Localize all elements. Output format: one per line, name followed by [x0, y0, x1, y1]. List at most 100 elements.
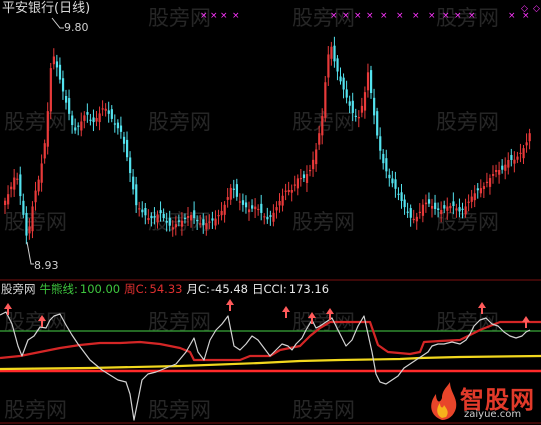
candle-body	[397, 193, 400, 195]
candle-body	[421, 204, 425, 216]
candle-body	[223, 204, 226, 215]
candle-body	[168, 217, 171, 226]
candle-body	[260, 203, 263, 213]
candle-body	[144, 208, 147, 216]
candle-body	[528, 133, 531, 142]
candle-body	[83, 115, 86, 121]
candle-body	[116, 122, 120, 129]
candle-body	[370, 70, 373, 93]
candle-body	[516, 156, 519, 160]
candle-body	[290, 190, 293, 193]
candle-body	[309, 170, 312, 172]
candle-body	[86, 112, 89, 115]
candle-body	[476, 188, 479, 191]
cross-marker: ×	[342, 11, 350, 21]
candle-body	[126, 139, 129, 158]
candle-body	[385, 158, 388, 172]
candle-body	[437, 208, 440, 210]
candle-body	[141, 209, 144, 213]
candle-body	[13, 177, 16, 190]
candle-body	[302, 174, 306, 178]
candle-body	[299, 178, 303, 180]
up-arrow-icon	[326, 308, 334, 314]
candle-body	[382, 153, 385, 164]
candle-body	[479, 188, 482, 194]
candle-body	[98, 113, 101, 123]
candle-body	[379, 136, 382, 151]
candle-body	[205, 223, 208, 230]
legend-month-label: 月C:	[186, 282, 210, 296]
candle-body	[46, 111, 49, 147]
legend-week-value: 54.33	[149, 282, 183, 296]
candle-body	[43, 143, 46, 159]
candle-body	[415, 216, 418, 222]
candle-body	[510, 155, 513, 160]
candle-body	[122, 136, 126, 144]
candle-body	[296, 178, 299, 189]
candle-body	[467, 201, 470, 203]
candle-body	[110, 109, 113, 119]
candle-body	[354, 115, 357, 117]
candle-body	[65, 95, 68, 103]
cross-marker: ×	[220, 11, 228, 21]
candle-body	[196, 219, 199, 222]
candle-body	[403, 199, 406, 208]
flame-icon	[431, 382, 457, 420]
low-marker-line	[26, 241, 34, 265]
candle-body	[211, 218, 214, 221]
indicator-legend: 股旁网 牛熊线: 100.00 周C: 54.33 月C:-45.48 日CCI: 173.1…	[1, 283, 333, 295]
candle-body	[409, 208, 412, 218]
candle-body	[327, 54, 330, 78]
cross-marker: ×	[468, 11, 476, 21]
candle-body	[507, 160, 510, 168]
candle-body	[485, 181, 489, 184]
candle-body	[357, 117, 360, 119]
candle-body	[159, 210, 162, 213]
candle-body	[180, 220, 184, 227]
legend-month-value: -45.48	[210, 282, 248, 296]
up-arrow-icon	[308, 312, 316, 318]
candle-body	[58, 64, 62, 80]
candle-body	[336, 58, 339, 72]
candle-body	[7, 194, 10, 205]
legend-day-value: 173.16	[288, 282, 330, 296]
candle-body	[406, 211, 409, 213]
candle-body	[174, 224, 177, 228]
legend-source: 股旁网	[1, 282, 36, 296]
candle-body	[129, 157, 132, 174]
candle-body	[464, 206, 467, 215]
candle-body	[315, 149, 318, 165]
candle-body	[269, 215, 272, 217]
candle-body	[183, 217, 187, 220]
up-arrow-icon	[38, 315, 46, 321]
candle-body	[34, 190, 37, 203]
candle-body	[135, 184, 138, 206]
candle-body	[217, 215, 220, 217]
candle-body	[165, 220, 168, 223]
candle-body	[190, 215, 193, 221]
candle-body	[495, 170, 498, 173]
cross-marker: ×	[330, 11, 338, 21]
candle-body	[318, 133, 321, 145]
candle-body	[394, 179, 397, 189]
candle-body	[376, 111, 379, 136]
cross-marker: ×	[396, 11, 404, 21]
candle-body	[281, 195, 284, 206]
candle-body	[501, 165, 504, 170]
candle-body	[434, 202, 437, 210]
candle-body	[101, 108, 104, 110]
candle-body	[107, 110, 110, 114]
candle-body	[214, 218, 217, 226]
candle-body	[452, 201, 455, 206]
candle-body	[232, 188, 235, 190]
candle-body	[162, 214, 165, 218]
cross-marker: ×	[366, 11, 374, 21]
up-arrow-icon	[4, 303, 12, 309]
candle-body	[19, 174, 22, 197]
cross-marker: ×	[210, 11, 218, 21]
candle-body	[31, 206, 34, 232]
legend-day-label: 日CCI:	[251, 282, 287, 296]
candle-body	[171, 227, 174, 230]
candle-body	[202, 219, 205, 226]
candle-body	[431, 206, 434, 209]
